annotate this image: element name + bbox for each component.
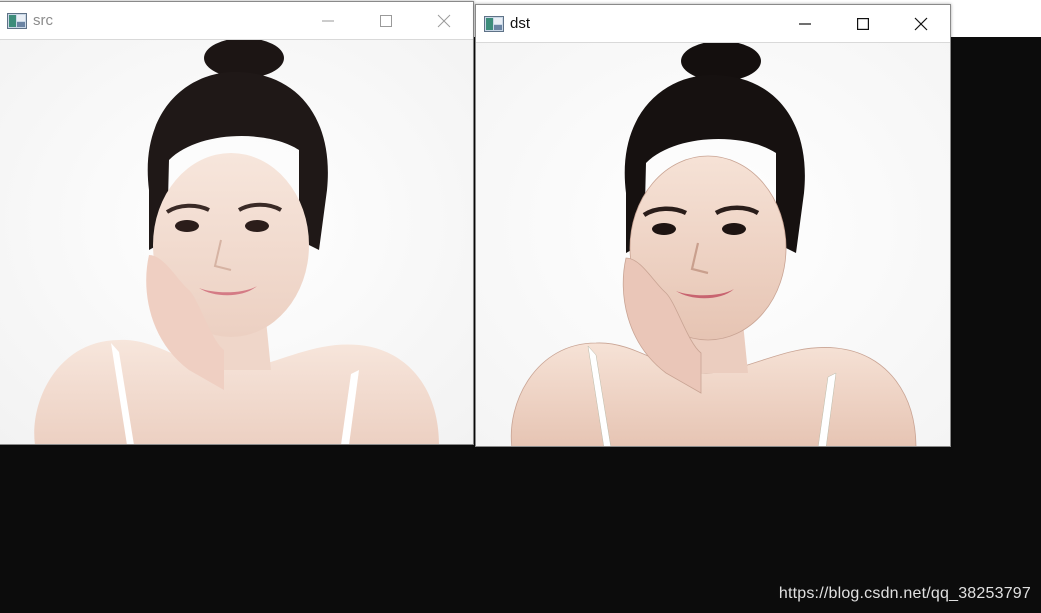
- caption-buttons: [776, 5, 950, 43]
- window-src[interactable]: src: [0, 1, 474, 445]
- portrait-photo-src: [0, 40, 473, 444]
- close-button[interactable]: [892, 5, 950, 43]
- titlebar-dst[interactable]: dst: [476, 5, 950, 43]
- titlebar-src[interactable]: src: [0, 2, 473, 40]
- desktop: src dst https://blog.csdn.net/qq_3825379…: [0, 0, 1041, 613]
- minimize-icon: [799, 18, 811, 30]
- image-canvas-dst: [476, 43, 950, 446]
- app-icon: [484, 15, 504, 32]
- minimize-button[interactable]: [776, 5, 834, 43]
- app-icon: [7, 12, 27, 29]
- image-canvas-src: [0, 40, 473, 444]
- minimize-button[interactable]: [299, 2, 357, 40]
- maximize-button[interactable]: [834, 5, 892, 43]
- close-icon: [914, 17, 928, 31]
- window-dst[interactable]: dst: [475, 4, 951, 447]
- window-title: dst: [510, 15, 531, 32]
- maximize-button[interactable]: [357, 2, 415, 40]
- portrait-photo-dst: [476, 43, 950, 446]
- minimize-icon: [322, 15, 334, 27]
- maximize-icon: [380, 15, 392, 27]
- close-button[interactable]: [415, 2, 473, 40]
- caption-buttons: [299, 2, 473, 40]
- watermark-url: https://blog.csdn.net/qq_38253797: [778, 585, 1031, 602]
- close-icon: [437, 14, 451, 28]
- maximize-icon: [857, 18, 869, 30]
- window-title: src: [33, 12, 53, 29]
